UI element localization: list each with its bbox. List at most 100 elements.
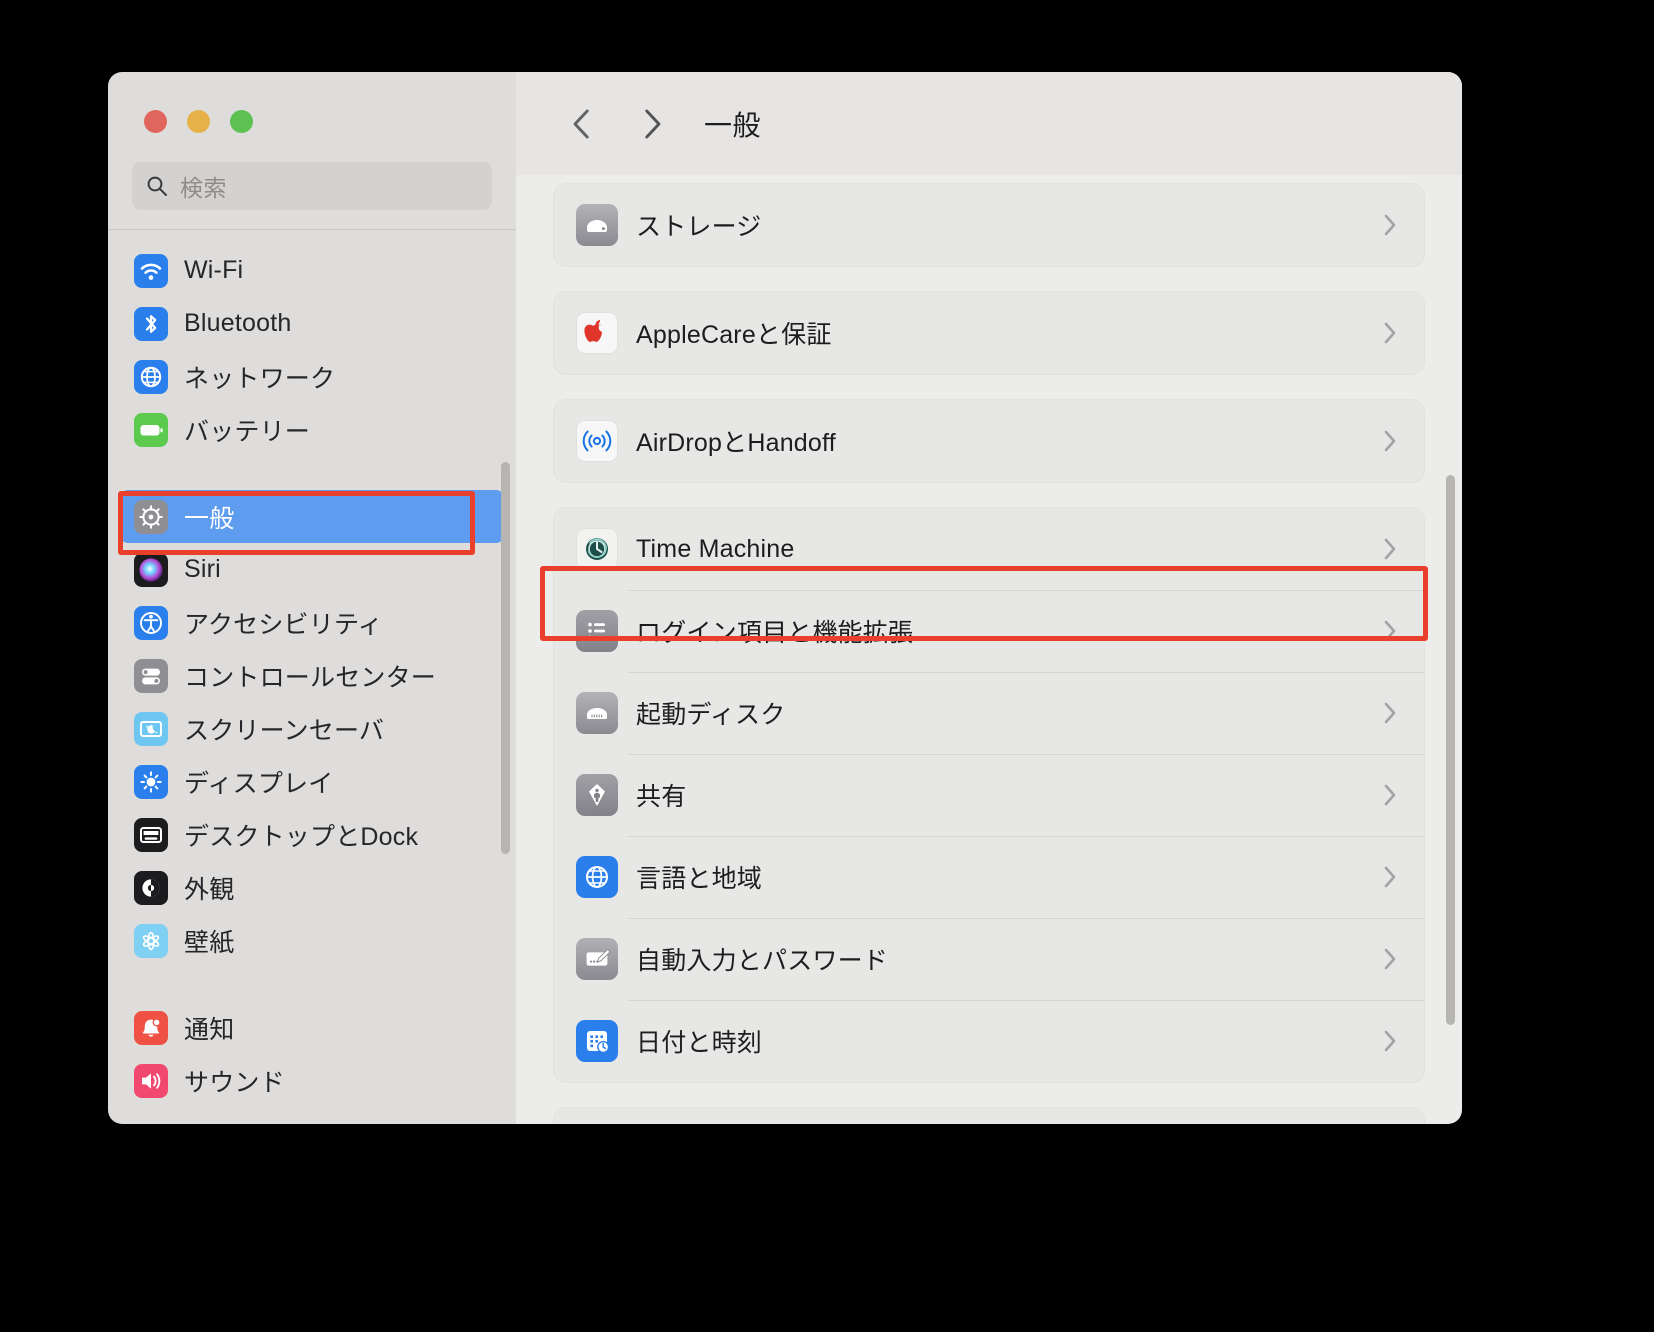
settings-list[interactable]: ストレージ AppleCareと保証 AirDropとHandoff Time … xyxy=(516,175,1462,1124)
applecare-icon xyxy=(576,312,618,354)
appearance-icon xyxy=(134,870,168,905)
sidebar-item-screensaver[interactable]: スクリーンセーバ xyxy=(120,702,504,755)
settings-card: デバイス管理 xyxy=(554,1108,1424,1124)
sidebar-scroll-area[interactable]: Wi-Fi Bluetooth ネットワーク バッテリー 一般 Siri アクセ… xyxy=(108,230,516,1124)
chevron-right-icon xyxy=(1382,946,1398,972)
sidebar-item-appearance[interactable]: 外観 xyxy=(120,861,504,914)
search-placeholder: 検索 xyxy=(180,175,227,201)
sidebar-group-alerts: 通知 サウンド xyxy=(108,1001,516,1107)
chevron-right-icon xyxy=(1382,428,1398,454)
startup-disk-icon xyxy=(576,692,618,734)
sidebar-scrollbar[interactable] xyxy=(501,462,510,854)
battery-icon xyxy=(134,412,168,447)
sidebar-item-battery[interactable]: バッテリー xyxy=(120,403,504,456)
sidebar-item-label: Wi-Fi xyxy=(184,256,244,284)
row-login-items-extensions[interactable]: ログイン項目と機能拡張 xyxy=(554,590,1424,672)
toolbar: 一般 xyxy=(516,72,1462,175)
content-scrollbar[interactable] xyxy=(1446,475,1455,1025)
sidebar-item-label: サウンド xyxy=(184,1068,285,1097)
search-input[interactable]: 検索 xyxy=(132,162,492,210)
sidebar-item-label: 外観 xyxy=(184,875,235,904)
notifications-icon xyxy=(134,1010,168,1045)
close-button[interactable] xyxy=(144,110,167,133)
row-device-management[interactable]: デバイス管理 xyxy=(554,1108,1424,1124)
sidebar-group-network: Wi-Fi Bluetooth ネットワーク バッテリー xyxy=(108,244,516,456)
wifi-icon xyxy=(134,253,168,288)
sidebar-item-accessibility[interactable]: アクセシビリティ xyxy=(120,596,504,649)
language-region-icon xyxy=(576,856,618,898)
sidebar-item-label: 一般 xyxy=(184,504,235,533)
detail-pane: 一般 ストレージ AppleCareと保証 AirDropとHandoff Ti… xyxy=(516,72,1462,1124)
row-label: Time Machine xyxy=(636,534,795,563)
row-label: 自動入力とパスワード xyxy=(636,947,889,975)
forward-button[interactable] xyxy=(624,96,680,152)
row-startup-disk[interactable]: 起動ディスク xyxy=(554,672,1424,754)
desktop-dock-icon xyxy=(134,817,168,852)
sidebar-item-label: コントロールセンター xyxy=(184,663,437,692)
chevron-right-icon xyxy=(1382,864,1398,890)
sidebar-item-wallpaper[interactable]: 壁紙 xyxy=(120,914,504,967)
autofill-icon xyxy=(576,938,618,980)
row-label: 共有 xyxy=(636,783,687,811)
chevron-right-icon xyxy=(639,105,665,143)
sidebar-item-wifi[interactable]: Wi-Fi xyxy=(120,244,504,297)
siri-icon xyxy=(134,552,168,587)
row-storage[interactable]: ストレージ xyxy=(554,184,1424,266)
sidebar-item-label: ネットワーク xyxy=(184,364,336,393)
window-controls xyxy=(108,72,516,148)
sidebar-item-notifications[interactable]: 通知 xyxy=(120,1001,504,1054)
sidebar-item-label: アクセシビリティ xyxy=(184,610,383,639)
chevron-right-icon xyxy=(1382,618,1398,644)
settings-card: ストレージ xyxy=(554,184,1424,266)
chevron-right-icon xyxy=(1382,1028,1398,1054)
row-sharing[interactable]: 共有 xyxy=(554,754,1424,836)
page-title: 一般 xyxy=(704,109,762,141)
chevron-right-icon xyxy=(1382,212,1398,238)
search-container: 検索 xyxy=(108,148,516,210)
sidebar-item-sound[interactable]: サウンド xyxy=(120,1054,504,1107)
screen: 検索 Wi-Fi Bluetooth ネットワーク バッテリー 一般 Siri … xyxy=(0,0,1654,1332)
sidebar-item-label: デスクトップとDock xyxy=(184,822,419,851)
settings-card: Time Machine ログイン項目と機能拡張 起動ディスク 共有 言語と地域… xyxy=(554,508,1424,1082)
sidebar-item-label: Bluetooth xyxy=(184,309,292,337)
sharing-icon xyxy=(576,774,618,816)
sidebar-item-control-center[interactable]: コントロールセンター xyxy=(120,649,504,702)
row-autofill-passwords[interactable]: 自動入力とパスワード xyxy=(554,918,1424,1000)
sidebar-item-label: Siri xyxy=(184,555,221,583)
row-label: 言語と地域 xyxy=(636,865,763,893)
wallpaper-icon xyxy=(134,923,168,958)
sidebar-item-siri[interactable]: Siri xyxy=(120,543,504,596)
back-button[interactable] xyxy=(554,96,610,152)
sidebar-item-desktop-dock[interactable]: デスクトップとDock xyxy=(120,808,504,861)
sidebar: 検索 Wi-Fi Bluetooth ネットワーク バッテリー 一般 Siri … xyxy=(108,72,516,1124)
chevron-left-icon xyxy=(569,105,595,143)
row-airdrop-handoff[interactable]: AirDropとHandoff xyxy=(554,400,1424,482)
row-label: ストレージ xyxy=(636,213,762,241)
row-time-machine[interactable]: Time Machine xyxy=(554,508,1424,590)
system-settings-window: 検索 Wi-Fi Bluetooth ネットワーク バッテリー 一般 Siri … xyxy=(108,72,1462,1124)
sidebar-item-label: スクリーンセーバ xyxy=(184,716,385,745)
sidebar-item-bluetooth[interactable]: Bluetooth xyxy=(120,297,504,350)
sidebar-item-network[interactable]: ネットワーク xyxy=(120,350,504,403)
row-language-region[interactable]: 言語と地域 xyxy=(554,836,1424,918)
storage-icon xyxy=(576,204,618,246)
row-applecare[interactable]: AppleCareと保証 xyxy=(554,292,1424,374)
date-time-icon xyxy=(576,1020,618,1062)
minimize-button[interactable] xyxy=(187,110,210,133)
sidebar-item-general[interactable]: 一般 xyxy=(120,490,504,543)
row-date-time[interactable]: 日付と時刻 xyxy=(554,1000,1424,1082)
sidebar-item-display[interactable]: ディスプレイ xyxy=(120,755,504,808)
time-machine-icon xyxy=(576,528,618,570)
chevron-right-icon xyxy=(1382,320,1398,346)
screensaver-icon xyxy=(134,711,168,746)
row-label: 日付と時刻 xyxy=(636,1029,763,1057)
zoom-button[interactable] xyxy=(230,110,253,133)
sidebar-item-label: バッテリー xyxy=(184,417,311,446)
display-icon xyxy=(134,764,168,799)
accessibility-icon xyxy=(134,605,168,640)
chevron-right-icon xyxy=(1382,536,1398,562)
sidebar-item-label: 壁紙 xyxy=(184,928,235,957)
sound-icon xyxy=(134,1063,168,1098)
globe-icon xyxy=(134,359,168,394)
